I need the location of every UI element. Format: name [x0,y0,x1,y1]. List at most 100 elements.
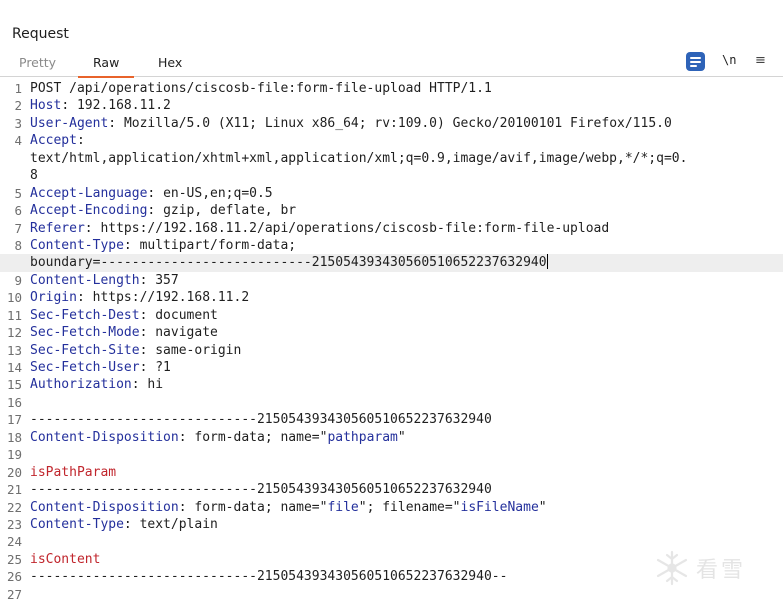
code-line[interactable]: text/html,application/xhtml+xml,applicat… [0,150,783,167]
code-line[interactable]: 4 Accept: [0,132,783,149]
line-number: 4 [14,133,22,149]
hamburger-menu-icon[interactable]: ≡ [755,53,766,68]
show-newlines-button[interactable]: \n [722,53,736,67]
code-line[interactable]: 16 [0,394,783,411]
code-line[interactable]: 7 Referer: https://192.168.11.2/api/opera… [0,220,783,237]
code-line[interactable]: boundary=---------------------------2150… [0,254,783,272]
code-text: Authorization: hi [30,376,163,393]
code-line[interactable]: 9 Content-Length: 357 [0,272,783,289]
line-number: 15 [6,377,22,393]
word-wrap-icon[interactable] [686,52,705,71]
code-text: Sec-Fetch-Site: same-origin [30,342,241,359]
header-value: -----------------------------21505439343… [30,412,492,428]
code-line[interactable]: 12 Sec-Fetch-Mode: navigate [0,324,783,341]
panel-title: Request [12,26,69,42]
header-name: Content-Type [30,237,124,253]
code-text: -----------------------------21505439343… [30,411,492,428]
header-value: form-data; name=" [194,499,328,515]
header-name: Origin [30,290,77,306]
code-line[interactable]: 18 Content-Disposition: form-data; name="… [0,429,783,446]
code-text: isPathParam [30,464,116,481]
code-line[interactable]: 11 Sec-Fetch-Dest: document [0,307,783,324]
code-line[interactable]: 17 -----------------------------215054393… [0,411,783,428]
code-text: text/html,application/xhtml+xml,applicat… [30,150,687,167]
tab-raw[interactable]: Raw [77,55,135,78]
code-line[interactable]: 5 Accept-Language: en-US,en;q=0.5 [0,185,783,202]
header-value: form-data; name=" [194,429,328,445]
quoted-value: pathparam [327,429,398,445]
code-line[interactable]: 8 Content-Type: multipart/form-data; [0,237,783,254]
header-separator: : [84,220,101,236]
header-separator: : [76,133,85,149]
header-value: -----------------------------21505439343… [30,569,508,585]
line-number: 19 [6,447,22,463]
code-line[interactable]: 10 Origin: https://192.168.11.2 [0,289,783,306]
header-value: gzip, deflate, br [163,203,297,219]
header-separator: : [131,377,148,393]
header-value: https://192.168.11.2/api/operations/cisc… [100,220,610,236]
code-line[interactable]: 21 -----------------------------215054393… [0,481,783,498]
header-name: Sec-Fetch-Mode [30,325,140,341]
header-separator: : [139,342,156,358]
header-value: https://192.168.11.2 [92,290,250,306]
code-line[interactable]: 15 Authorization: hi [0,376,783,393]
line-number: 16 [6,394,22,410]
header-value: boundary=---------------------------2150… [30,255,547,271]
header-separator: : [139,325,156,341]
code-text: boundary=---------------------------2150… [30,254,548,271]
code-text: Content-Type: multipart/form-data; [30,237,296,254]
header-name: User-Agent [30,115,109,131]
line-number: 26 [6,569,22,585]
code-line[interactable]: 14 Sec-Fetch-User: ?1 [0,359,783,376]
code-line[interactable]: 23 Content-Type: text/plain [0,516,783,533]
code-text: Content-Length: 357 [30,272,179,289]
header-name: Content-Length [30,272,140,288]
code-line[interactable]: 27 [0,586,783,603]
code-text: Host: 192.168.11.2 [30,97,171,114]
line-number: 5 [14,185,22,201]
header-value: ?1 [155,360,171,375]
line-number: 21 [6,482,22,498]
code-text: isContent [30,551,100,568]
line-number: 18 [6,429,22,445]
code-text: -----------------------------21505439343… [30,481,492,498]
editor-tabbar: Pretty Raw Hex \n ≡ [0,50,783,78]
line-number: 6 [14,203,22,219]
header-separator: : [178,429,195,445]
header-name: Accept-Language [30,185,148,201]
line-number: 2 [14,98,22,114]
code-text: Accept-Language: en-US,en;q=0.5 [30,185,273,202]
code-line[interactable]: 13 Sec-Fetch-Site: same-origin [0,342,783,359]
code-text: 8 [30,167,38,184]
line-number: 9 [14,272,22,288]
header-value: 357 [155,272,179,288]
line-number: 10 [6,290,22,306]
header-separator: : [147,203,164,219]
header-separator: : [139,272,156,288]
header-value: text/html,application/xhtml+xml,applicat… [30,150,688,166]
header-name: Sec-Fetch-User [30,360,140,375]
header-name: Sec-Fetch-Dest [30,307,140,323]
code-line[interactable]: 3 User-Agent: Mozilla/5.0 (X11; Linux x86… [0,115,783,132]
line-number: 8 [14,237,22,253]
header-name: Authorization [30,377,132,393]
header-separator: : [76,290,93,306]
body-content: isPathParam [30,464,117,480]
code-line[interactable]: 22 Content-Disposition: form-data; name="… [0,499,783,516]
code-line[interactable]: 1 POST /api/operations/ciscosb-file:form-… [0,80,783,97]
tab-hex[interactable]: Hex [158,55,182,70]
code-line[interactable]: 19 [0,446,783,463]
code-line[interactable]: 2 Host: 192.168.11.2 [0,97,783,114]
code-line[interactable]: 6 Accept-Encoding: gzip, deflate, br [0,202,783,219]
quoted-value: file [327,499,359,515]
header-separator: : [123,237,140,253]
header-value: hi [147,377,164,393]
value-punctuation: " [397,429,406,445]
code-line[interactable]: 20 isPathParam [0,464,783,481]
tab-pretty[interactable]: Pretty [19,55,56,70]
header-separator: : [178,499,195,515]
header-separator: : [108,115,124,131]
line-number: 23 [6,516,22,532]
code-line[interactable]: 8 [0,167,783,184]
raw-request-editor[interactable]: 1 POST /api/operations/ciscosb-file:form-… [0,80,783,609]
